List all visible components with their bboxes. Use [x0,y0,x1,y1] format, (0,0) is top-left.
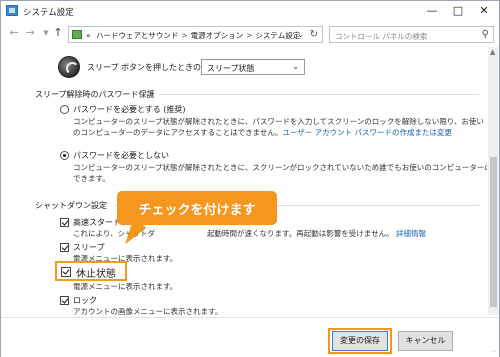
instruction-callout-text: チェックを付けます [138,203,256,218]
forward-arrow-icon[interactable]: → [23,25,37,41]
dialog-footer: 変更の保存 キャンセル ⋯ [1,317,499,357]
breadcrumb-separator: > [246,31,253,40]
shutdown-settings-heading-text: シャットダウン設定 [35,201,107,210]
sleep-label: スリープ [73,243,105,252]
navigation-bar: ← → ▼ ↑ « ハードウェアとサウンド > 電源オプション > システム設定 ⌄ ↻… [1,23,499,45]
no-password-radio[interactable] [60,151,69,160]
breadcrumb-separator: > [181,31,188,40]
breadcrumb-power-options[interactable]: 電源オプション [191,31,244,40]
lock-checkbox[interactable] [60,296,69,305]
chevron-down-icon: ⌄ [292,62,299,71]
section-divider [159,94,479,95]
address-bar[interactable]: « ハードウェアとサウンド > 電源オプション > システム設定 ⌄ ↻ [68,26,323,43]
cancel-button[interactable]: キャンセル [398,331,453,351]
back-arrow-icon[interactable]: ← [7,25,21,41]
sleep-button-icon [58,56,80,78]
wake-password-heading: スリープ解除時のパスワード保護 [35,89,479,100]
hibernate-checkbox[interactable] [61,267,71,277]
hibernate-label: 休止状態 [76,269,116,280]
close-button[interactable]: ✕ [471,2,497,20]
fast-startup-checkbox[interactable] [60,218,69,227]
require-password-label: パスワードを必要とする (推奨) [73,105,186,114]
breadcrumb-hardware-sound[interactable]: ハードウェアとサウンド [96,31,178,40]
require-password-radio[interactable] [60,105,69,114]
sleep-button-action-value: スリープ状態 [207,64,255,73]
breadcrumb-overflow[interactable]: « [86,31,91,40]
require-password-desc-2-text: のコンピューターのデータにアクセスすることはできません。 [73,128,283,137]
hibernate-highlight: 休止状態 [55,261,127,281]
instruction-callout: チェックを付けます [117,191,277,225]
system-settings-window: システム設定 — □ ✕ ← → ▼ ↑ « ハードウェアとサウンド > 電源オプシ… [0,0,500,357]
fast-startup-desc-suffix: 起動時間が速くなります。再起動は影響を受けません。 [207,229,394,238]
scroll-up-arrow-icon[interactable]: ▲ [490,48,495,56]
refresh-icon[interactable]: ↻ [310,29,318,40]
no-password-desc-1: コンピューターのスリープ状態が解除されたときに、スクリーンがロックされていないた… [73,163,487,172]
address-dropdown-icon[interactable]: ⌄ [297,30,304,39]
window-title: システム設定 [23,8,74,18]
scrollbar-thumb[interactable] [490,157,497,307]
sleep-button-label: スリープ ボタンを押したときの動作: [87,63,220,72]
minimize-button[interactable]: — [419,2,445,20]
require-password-desc-2: のコンピューターのデータにアクセスすることはできません。ユーザー アカウント パ… [73,127,452,138]
sleep-checkbox[interactable] [60,243,69,252]
change-password-link[interactable]: ユーザー アカウント パスワードの作成または変更 [282,128,452,137]
no-password-desc-2: できます。 [73,174,110,183]
settings-content: スリープ ボタンを押したときの動作: スリープ状態 ⌄ スリープ解除時のパスワー… [1,47,487,315]
breadcrumb-system-settings[interactable]: システム設定 [255,31,300,40]
save-changes-button[interactable]: 変更の保存 [332,331,388,351]
sleep-button-action-select[interactable]: スリープ状態 ⌄ [201,59,305,75]
maximize-button[interactable]: □ [445,2,471,20]
up-arrow-icon[interactable]: ↑ [51,25,65,41]
resize-grip-icon[interactable]: ⋯ [490,347,497,355]
hibernate-desc: 電源メニューに表示されます。 [73,282,178,291]
require-password-desc-1: コンピューターのスリープ状態が解除されたときに、パスワードを入力してスクリーンの… [73,117,484,126]
lock-label: ロック [73,296,97,305]
wake-password-heading-text: スリープ解除時のパスワード保護 [35,90,155,99]
control-panel-icon [6,5,18,16]
search-box[interactable]: コントロール パネルの検索 ⚲ [329,26,494,43]
search-placeholder: コントロール パネルの検索 [335,32,428,41]
more-info-link[interactable]: 詳細情報 [396,229,426,238]
control-panel-small-icon [72,30,82,39]
search-icon[interactable]: ⚲ [482,29,489,40]
shutdown-settings-heading: シャットダウン設定 [35,200,479,211]
title-bar: システム設定 — □ ✕ [1,1,499,21]
breadcrumb: « ハードウェアとサウンド > 電源オプション > システム設定 [86,30,300,41]
no-password-label: パスワードを必要としない [73,151,169,160]
vertical-scrollbar[interactable]: ▲ [488,47,499,315]
lock-desc: アカウントの画像メニューに表示されます。 [73,307,223,315]
